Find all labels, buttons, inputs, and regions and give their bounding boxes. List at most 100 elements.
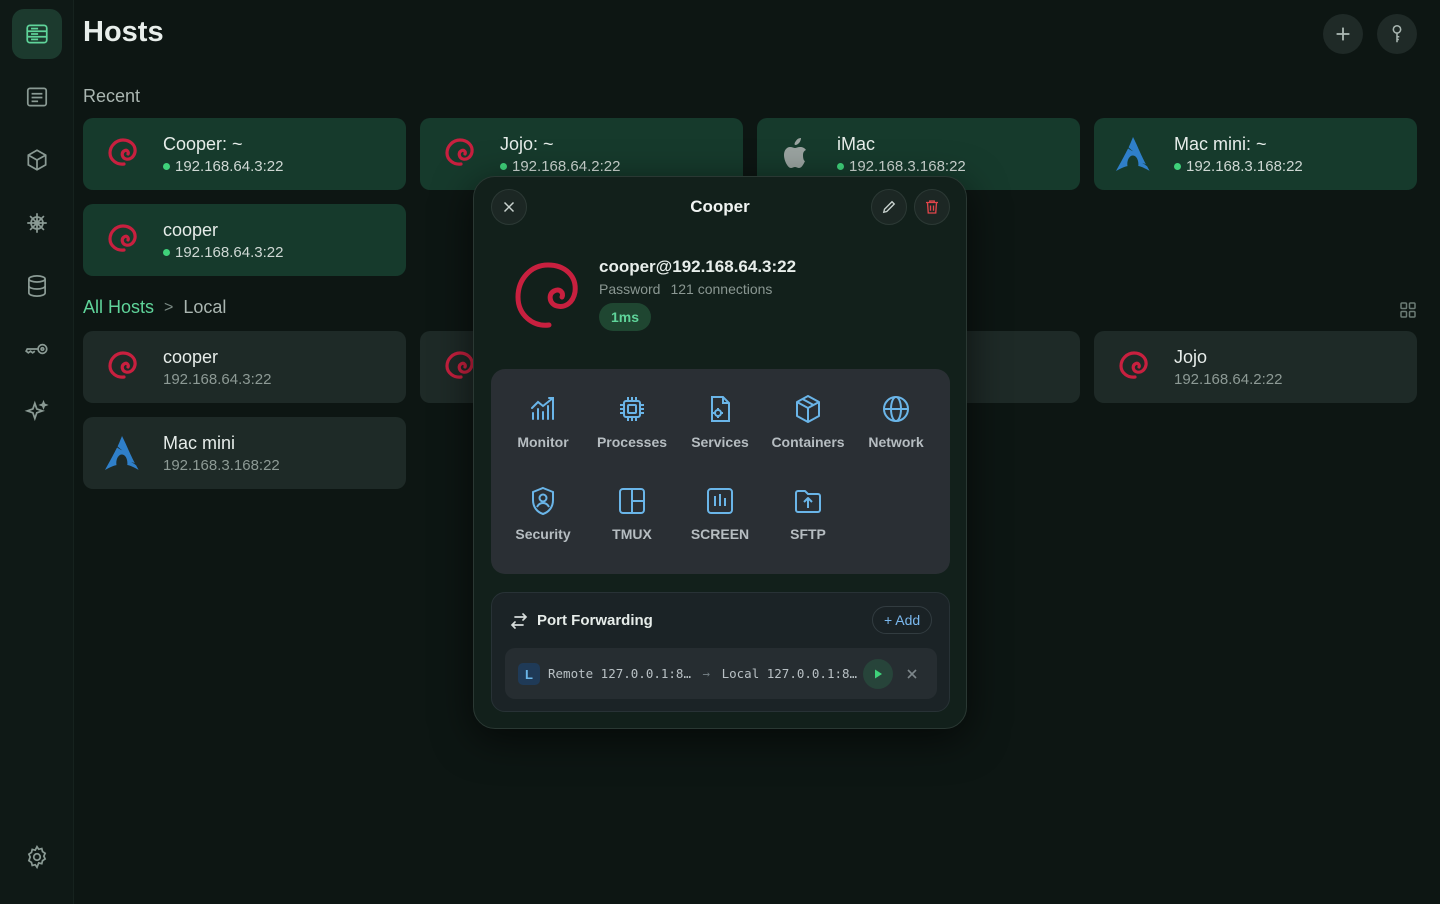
box-icon	[27, 149, 47, 171]
sidebar	[0, 0, 74, 904]
online-indicator	[837, 162, 844, 170]
database-nav-button[interactable]	[12, 261, 62, 311]
host-name: Jojo	[1174, 346, 1208, 367]
breadcrumb-all-hosts[interactable]: All Hosts	[83, 297, 154, 318]
containers-nav-button[interactable]	[12, 135, 62, 185]
list-icon	[26, 87, 48, 107]
arch-logo-icon	[1112, 133, 1154, 175]
breadcrumb: All Hosts > Local	[83, 297, 226, 318]
tool-network[interactable]: Network	[852, 383, 940, 459]
monitor-chart-icon	[531, 397, 554, 420]
start-forward-button[interactable]	[863, 659, 893, 689]
screen-icon	[707, 488, 733, 514]
play-icon	[875, 669, 882, 679]
host-address: 192.168.64.2:22	[512, 157, 621, 175]
close-icon	[907, 669, 917, 679]
local-host-card[interactable]: Jojo 192.168.64.2:22	[1094, 331, 1417, 403]
server-icon	[26, 24, 48, 44]
online-indicator	[1174, 162, 1181, 170]
grid-view-toggle[interactable]	[1398, 300, 1418, 325]
add-host-button[interactable]	[1323, 14, 1363, 54]
tool-screen[interactable]: SCREEN	[676, 475, 764, 551]
host-address: 192.168.3.168:22	[849, 157, 966, 175]
kubernetes-nav-button[interactable]	[12, 198, 62, 248]
tool-label: SCREEN	[690, 526, 750, 542]
forward-remote: Remote 127.0.0.1:8…	[548, 666, 691, 681]
recent-host-card[interactable]: Cooper: ~ 192.168.64.3:22	[83, 118, 406, 190]
tool-services[interactable]: Services	[676, 383, 764, 459]
shield-icon	[532, 486, 554, 516]
page-title: Hosts	[83, 16, 164, 48]
arch-logo-icon	[101, 432, 143, 474]
snippets-nav-button[interactable]	[12, 72, 62, 122]
grid-icon	[1400, 302, 1416, 318]
local-host-card[interactable]: cooper 192.168.64.3:22	[83, 331, 406, 403]
host-name: Mac mini: ~	[1174, 133, 1267, 154]
host-detail-modal: Cooper cooper@192.168.64.3:22 Password 1…	[473, 176, 967, 729]
tool-processes[interactable]: Processes	[588, 383, 676, 459]
settings-nav-button[interactable]	[12, 832, 62, 882]
services-icon	[711, 396, 730, 422]
tools-panel: Monitor Processes Services Containers Ne…	[491, 369, 950, 574]
tool-containers[interactable]: Containers	[764, 383, 852, 459]
keys-nav-button[interactable]	[12, 324, 62, 374]
tool-monitor[interactable]: Monitor	[499, 383, 587, 459]
database-icon	[28, 275, 46, 297]
tool-label: Containers	[771, 434, 845, 450]
tool-sftp[interactable]: SFTP	[764, 475, 852, 551]
port-forwarding-title: Port Forwarding	[537, 612, 653, 629]
host-name: iMac	[837, 133, 876, 154]
recent-section-label: Recent	[83, 86, 141, 106]
tmux-panes-icon	[619, 488, 645, 514]
key-vertical-icon	[1392, 24, 1402, 43]
edit-button[interactable]	[871, 189, 907, 225]
ai-nav-button[interactable]	[12, 387, 62, 437]
globe-icon	[883, 396, 909, 422]
swap-arrows-icon	[509, 611, 529, 631]
latency-badge: 1ms	[599, 303, 652, 331]
tool-label: Processes	[596, 434, 668, 450]
tool-label: Security	[515, 526, 571, 542]
tool-label: TMUX	[612, 526, 652, 542]
pencil-icon	[882, 200, 896, 214]
tool-tmux[interactable]: TMUX	[588, 475, 676, 551]
add-forward-button[interactable]: + Add	[872, 606, 933, 634]
online-indicator	[163, 248, 170, 256]
host-address: 192.168.64.3:22	[175, 243, 284, 261]
host-address: 192.168.64.3:22	[175, 157, 284, 175]
host-address: 192.168.3.168:22	[163, 456, 280, 474]
breadcrumb-separator: >	[164, 298, 174, 316]
delete-button[interactable]	[914, 189, 950, 225]
local-host-card[interactable]: Mac mini 192.168.3.168:22	[83, 417, 406, 489]
online-indicator	[163, 162, 170, 170]
helm-icon	[27, 213, 47, 233]
tool-label: Network	[868, 434, 924, 450]
recent-host-card[interactable]: cooper 192.168.64.3:22	[83, 204, 406, 276]
host-name: Mac mini	[163, 432, 236, 453]
host-name: cooper	[163, 346, 219, 367]
sparkle-icon	[24, 399, 49, 422]
debian-logo-icon	[438, 133, 480, 175]
port-forwarding-panel: Port Forwarding + Add L Remote 127.0.0.1…	[491, 592, 950, 712]
host-address: 192.168.64.2:22	[1174, 370, 1283, 388]
host-address: 192.168.64.3:22	[163, 370, 272, 388]
remove-forward-button[interactable]	[904, 663, 920, 685]
keychain-button[interactable]	[1377, 14, 1417, 54]
gear-icon	[27, 844, 47, 870]
debian-logo-icon	[101, 346, 143, 388]
forward-local: Local 127.0.0.1:8…	[721, 666, 858, 681]
tool-security[interactable]: Security	[499, 475, 587, 551]
forward-rule-row[interactable]: L Remote 127.0.0.1:8… → Local 127.0.0.1:…	[505, 648, 937, 699]
recent-host-card[interactable]: Mac mini: ~ 192.168.3.168:22	[1094, 118, 1417, 190]
host-connection-string: cooper@192.168.64.3:22	[599, 257, 797, 276]
box-icon	[796, 395, 820, 423]
auth-method: Password	[599, 281, 661, 297]
host-name: cooper	[163, 219, 219, 240]
online-indicator	[500, 162, 507, 170]
cpu-icon	[620, 397, 644, 421]
plus-icon	[1336, 27, 1350, 41]
key-icon	[25, 343, 48, 355]
debian-logo-icon	[1112, 346, 1154, 388]
hosts-nav-button[interactable]	[12, 9, 62, 59]
forward-arrow: →	[702, 666, 711, 681]
